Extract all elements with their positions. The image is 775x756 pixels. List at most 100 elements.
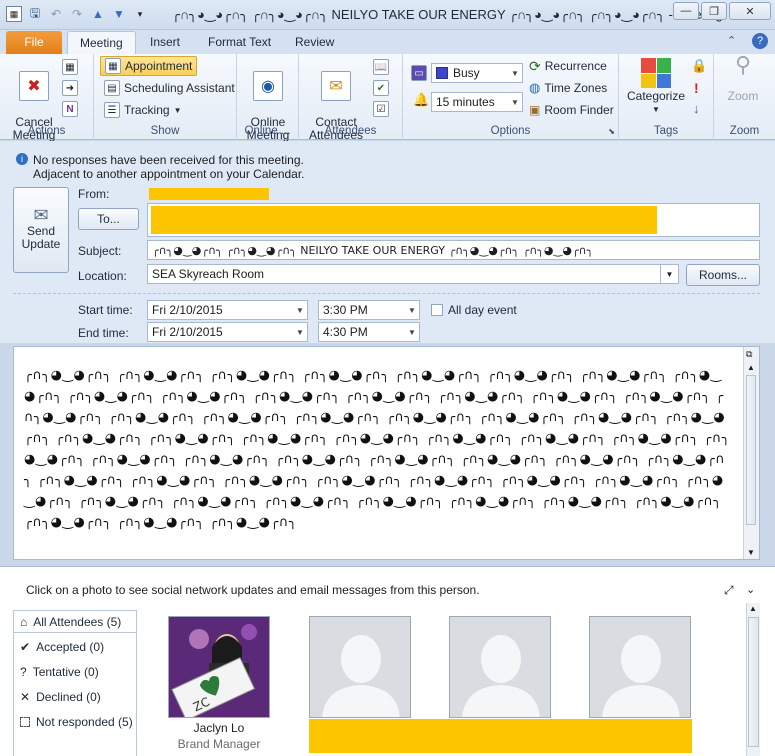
end-time-value: 4:30 PM — [323, 325, 368, 339]
calendar-icon[interactable]: ▦ — [62, 59, 78, 75]
customize-qat-icon[interactable]: ▾ — [132, 6, 148, 22]
chevron-down-icon: ▼ — [296, 305, 304, 315]
collapse-ribbon-icon[interactable]: ⌃ — [727, 34, 736, 47]
scroll-up-icon[interactable]: ▲ — [749, 604, 757, 613]
tab-review[interactable]: Review — [283, 31, 346, 54]
question-icon: ? — [20, 665, 27, 679]
tab-format-text[interactable]: Format Text — [196, 31, 283, 54]
show-as-value: Busy — [453, 66, 480, 80]
scroll-up-icon[interactable]: ▲ — [747, 363, 755, 372]
room-finder-button[interactable]: ▣ Room Finder — [529, 100, 614, 120]
high-importance-icon[interactable]: ! — [694, 80, 699, 96]
tab-meeting[interactable]: Meeting — [67, 31, 136, 54]
down-arrow-icon[interactable]: ▼ — [111, 6, 127, 22]
help-icon[interactable]: ? — [752, 33, 768, 49]
start-time-picker[interactable]: 3:30 PM ▼ — [318, 300, 420, 320]
response-options-icon[interactable]: ☑ — [373, 101, 389, 117]
attendee-name-1[interactable]: Jaclyn Lo — [168, 721, 270, 735]
tab-insert[interactable]: Insert — [138, 31, 192, 54]
categorize-button[interactable]: Categorize ▼ — [625, 58, 687, 116]
to-button[interactable]: To... — [78, 208, 139, 230]
scroll-thumb[interactable] — [746, 375, 756, 525]
expand-icon[interactable]: ⤢ — [724, 583, 734, 598]
body-scrollbar[interactable]: ⧉ ▲ ▼ — [743, 347, 759, 559]
filter-declined[interactable]: ✕ Declined (0) — [14, 686, 136, 708]
group-options: ▭ Busy ▼ 🔔 15 minutes ▼ ⟳ Recurrence ◍ T… — [403, 54, 619, 140]
all-day-checkbox[interactable] — [431, 304, 443, 316]
start-date-value: Fri 2/10/2015 — [152, 303, 223, 317]
tracking-button[interactable]: ☰ Tracking ▼ — [104, 100, 182, 120]
scheduling-assistant-button[interactable]: ▤ Scheduling Assistant — [104, 78, 235, 98]
location-field[interactable]: SEA Skyreach Room ▼ — [147, 264, 679, 284]
calendar-app-icon[interactable]: ▦ — [6, 6, 22, 22]
check-names-icon[interactable]: ✔ — [373, 80, 389, 96]
minimize-button[interactable]: — — [673, 2, 699, 20]
attendee-photo-2[interactable] — [309, 616, 411, 718]
scroll-down-icon[interactable]: ▼ — [747, 548, 755, 557]
all-day-label: All day event — [448, 303, 517, 317]
maximize-button[interactable]: ❐ — [701, 2, 727, 20]
chevron-down-icon[interactable]: ▼ — [660, 265, 678, 283]
end-time-label: End time: — [78, 326, 129, 340]
pane-toggle-icon[interactable]: ⧉ — [746, 349, 752, 360]
up-arrow-icon[interactable]: ▲ — [90, 6, 106, 22]
person-photo-icon: ZC — [169, 617, 269, 717]
location-label: Location: — [78, 269, 127, 283]
people-pane-hint: Click on a photo to see social network u… — [26, 583, 480, 597]
message-body-text[interactable]: ╭∩╮◕‿◕╭∩╮ ╭∩╮◕‿◕╭∩╮ ╭∩╮◕‿◕╭∩╮ ╭∩╮◕‿◕╭∩╮ … — [24, 365, 732, 533]
contact-attendees-icon: ✉ — [321, 71, 351, 101]
end-time-picker[interactable]: 4:30 PM ▼ — [318, 322, 420, 342]
window-title: ╭∩╮◕‿◕╭∩╮ ╭∩╮◕‿◕╭∩╮ NEILYO TAKE OUR ENER… — [172, 7, 723, 22]
private-lock-icon[interactable]: 🔒 — [691, 58, 707, 74]
title-bar: ▦ 🖫 ↶ ↷ ▲ ▼ ▾ ╭∩╮◕‿◕╭∩╮ ╭∩╮◕‿◕╭∩╮ NEILYO… — [0, 0, 775, 30]
reminder-dropdown[interactable]: 15 minutes ▼ — [431, 92, 523, 112]
undo-icon[interactable]: ↶ — [48, 6, 64, 22]
scroll-thumb[interactable] — [748, 617, 759, 747]
low-importance-icon[interactable]: ↓ — [693, 101, 700, 116]
people-scrollbar[interactable]: ▲ — [746, 603, 760, 756]
dialog-launcher-icon[interactable]: ⬊ — [608, 127, 615, 136]
show-as-dropdown[interactable]: Busy ▼ — [431, 63, 523, 83]
location-value: SEA Skyreach Room — [152, 267, 265, 281]
window-controls: — ❐ ✕ — [673, 2, 771, 20]
start-date-picker[interactable]: Fri 2/10/2015 ▼ — [147, 300, 308, 320]
onenote-icon[interactable]: N — [62, 101, 78, 117]
forward-icon[interactable]: ➜ — [62, 80, 78, 96]
recurrence-button[interactable]: ⟳ Recurrence — [529, 56, 607, 76]
end-date-picker[interactable]: Fri 2/10/2015 ▼ — [147, 322, 308, 342]
close-button[interactable]: ✕ — [729, 2, 771, 20]
filter-accepted[interactable]: ✔ Accepted (0) — [14, 636, 136, 658]
address-book-icon[interactable]: 📖 — [373, 59, 389, 75]
filter-all-attendees[interactable]: ⌂ All Attendees (5) — [14, 611, 136, 633]
filter-label: Declined (0) — [36, 690, 101, 704]
x-icon: ✕ — [20, 690, 31, 704]
attendee-photo-4[interactable] — [589, 616, 691, 718]
zoom-button[interactable]: ⚲ Zoom — [720, 54, 766, 103]
message-body[interactable]: ╭∩╮◕‿◕╭∩╮ ╭∩╮◕‿◕╭∩╮ ╭∩╮◕‿◕╭∩╮ ╭∩╮◕‿◕╭∩╮ … — [13, 346, 760, 560]
group-label-show: Show — [150, 125, 180, 137]
attendee-photo-1[interactable]: ZC — [168, 616, 270, 718]
attendee-title-1: Brand Manager — [177, 737, 261, 751]
time-zones-button[interactable]: ◍ Time Zones — [529, 78, 607, 98]
group-actions: ✖ Cancel Meeting ▦ ➜ N Actions — [0, 54, 94, 142]
save-icon[interactable]: 🖫 — [27, 6, 43, 22]
chevron-down-icon[interactable]: ⌄ — [746, 583, 755, 596]
tab-file[interactable]: File — [6, 31, 62, 54]
info-line-2: Adjacent to another appointment on your … — [33, 167, 305, 181]
info-bar: i No responses have been received for th… — [0, 141, 775, 181]
attendee-photo-3[interactable] — [449, 616, 551, 718]
appointment-button[interactable]: ▦ Appointment — [100, 56, 198, 76]
group-label-options: Options — [490, 125, 531, 137]
filter-not-responded[interactable]: Not responded (5) — [14, 711, 136, 733]
filter-tentative[interactable]: ? Tentative (0) — [14, 661, 136, 683]
to-field[interactable] — [147, 203, 760, 237]
chevron-down-icon: ▼ — [408, 327, 416, 337]
send-update-button[interactable]: ✉ Send Update — [13, 187, 69, 273]
chevron-down-icon: ▼ — [296, 327, 304, 337]
group-online: ◉ Online Meeting Online ... — [237, 54, 299, 142]
redo-icon[interactable]: ↷ — [69, 6, 85, 22]
group-attendees: ✉ Contact Attendees 📖 ✔ ☑ Attendees — [299, 54, 403, 142]
rooms-button[interactable]: Rooms... — [686, 264, 760, 286]
subject-field[interactable]: ╭∩╮◕‿◕╭∩╮ ╭∩╮◕‿◕╭∩╮ NEILYO TAKE OUR ENER… — [147, 240, 760, 260]
scheduling-label: Scheduling Assistant — [124, 81, 235, 95]
